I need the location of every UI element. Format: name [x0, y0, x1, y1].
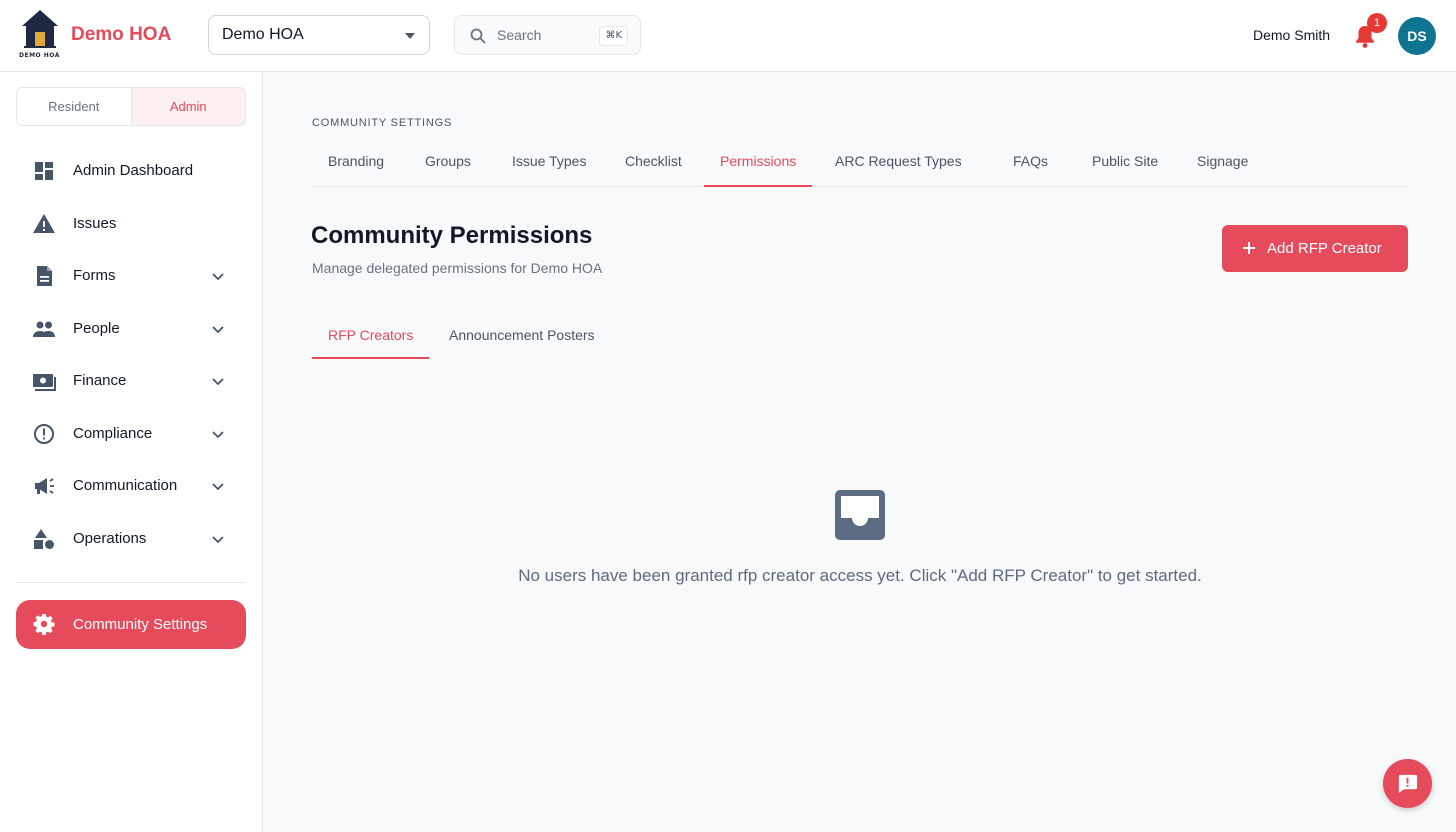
- chevron-down-icon: [212, 326, 224, 334]
- page-title: Community Permissions: [311, 222, 593, 249]
- search-shortcut: ⌘K: [599, 26, 628, 46]
- sidebar-divider: [16, 582, 246, 583]
- tab-faqs[interactable]: FAQs: [997, 140, 1064, 187]
- chat-feedback-button[interactable]: [1383, 759, 1432, 808]
- plus-icon: [1243, 242, 1255, 254]
- sidebar-item-forms[interactable]: Forms: [16, 254, 246, 298]
- search-box[interactable]: Search ⌘K: [454, 15, 641, 55]
- sidebar-item-label: Communication: [73, 477, 178, 494]
- warning-icon: [33, 214, 55, 233]
- mode-admin-button[interactable]: Admin: [131, 88, 245, 125]
- sidebar-item-label: Issues: [73, 215, 117, 232]
- settings-tabs: Branding Groups Issue Types Checklist Pe…: [312, 140, 1408, 187]
- gear-icon: [33, 614, 55, 635]
- tab-arc-request-types[interactable]: ARC Request Types: [819, 140, 978, 187]
- tab-groups[interactable]: Groups: [409, 140, 487, 187]
- sidebar-item-label: Admin Dashboard: [73, 162, 194, 179]
- sidebar-item-label: Operations: [73, 530, 147, 547]
- mode-resident-button[interactable]: Resident: [17, 88, 132, 125]
- sidebar-item-label: Forms: [73, 267, 116, 284]
- sidebar-item-operations[interactable]: Operations: [16, 517, 246, 561]
- hoa-select-value: Demo HOA: [222, 26, 304, 43]
- add-button-label: Add RFP Creator: [1267, 240, 1382, 257]
- sidebar-item-compliance[interactable]: Compliance: [16, 412, 246, 456]
- sidebar-item-communication[interactable]: Communication: [16, 464, 246, 508]
- tab-permissions[interactable]: Permissions: [704, 140, 813, 187]
- sidebar-item-community-settings[interactable]: Community Settings: [16, 600, 246, 649]
- top-bar: DEMO HOA Demo HOA Demo HOA Search ⌘K Dem…: [0, 0, 1456, 72]
- sidebar-item-finance[interactable]: Finance: [16, 359, 246, 403]
- chevron-down-icon: [212, 431, 224, 439]
- dashboard-icon: [35, 162, 53, 180]
- people-icon: [33, 321, 55, 337]
- megaphone-icon: [35, 478, 54, 494]
- chevron-down-icon: [212, 273, 224, 281]
- shapes-icon: [34, 529, 54, 549]
- sidebar-item-label: People: [73, 320, 120, 337]
- tab-public-site[interactable]: Public Site: [1076, 140, 1174, 187]
- chevron-down-icon: [212, 378, 224, 386]
- search-icon: [470, 28, 486, 44]
- money-icon: [33, 374, 56, 391]
- section-label: COMMUNITY SETTINGS: [312, 117, 453, 129]
- tab-checklist[interactable]: Checklist: [609, 140, 698, 187]
- sidebar-item-admin-dashboard[interactable]: Admin Dashboard: [16, 149, 246, 193]
- hoa-select[interactable]: Demo HOA: [208, 15, 430, 55]
- mode-toggle: Resident Admin: [16, 87, 246, 126]
- page-subtitle: Manage delegated permissions for Demo HO…: [312, 260, 603, 276]
- sidebar-item-label: Compliance: [73, 425, 153, 442]
- brand-name[interactable]: Demo HOA: [71, 24, 171, 46]
- caret-down-icon: [405, 33, 415, 39]
- logo-caption: DEMO HOA: [19, 52, 60, 59]
- notification-badge: 1: [1367, 13, 1387, 33]
- alert-circle-icon: [34, 424, 54, 444]
- sidebar-item-issues[interactable]: Issues: [16, 202, 246, 246]
- avatar[interactable]: DS: [1398, 17, 1436, 55]
- sidebar-item-people[interactable]: People: [16, 307, 246, 351]
- chevron-down-icon: [212, 536, 224, 544]
- subtab-announcement-posters[interactable]: Announcement Posters: [433, 316, 611, 359]
- chat-alert-icon: [1398, 774, 1418, 794]
- chevron-down-icon: [212, 483, 224, 491]
- sidebar-item-label: Community Settings: [73, 616, 208, 633]
- user-name[interactable]: Demo Smith: [1253, 27, 1330, 43]
- document-icon: [37, 266, 52, 286]
- empty-state-message: No users have been granted rfp creator a…: [518, 566, 1202, 585]
- sidebar: Resident Admin Admin Dashboard Issues Fo…: [0, 72, 263, 832]
- tab-issue-types[interactable]: Issue Types: [496, 140, 602, 187]
- tab-signage[interactable]: Signage: [1181, 140, 1264, 187]
- search-placeholder: Search: [497, 27, 542, 43]
- tab-branding[interactable]: Branding: [312, 140, 400, 187]
- sidebar-item-label: Finance: [73, 372, 127, 389]
- add-rfp-creator-button[interactable]: Add RFP Creator: [1222, 225, 1408, 272]
- inbox-icon: [835, 490, 885, 540]
- subtab-rfp-creators[interactable]: RFP Creators: [312, 316, 430, 359]
